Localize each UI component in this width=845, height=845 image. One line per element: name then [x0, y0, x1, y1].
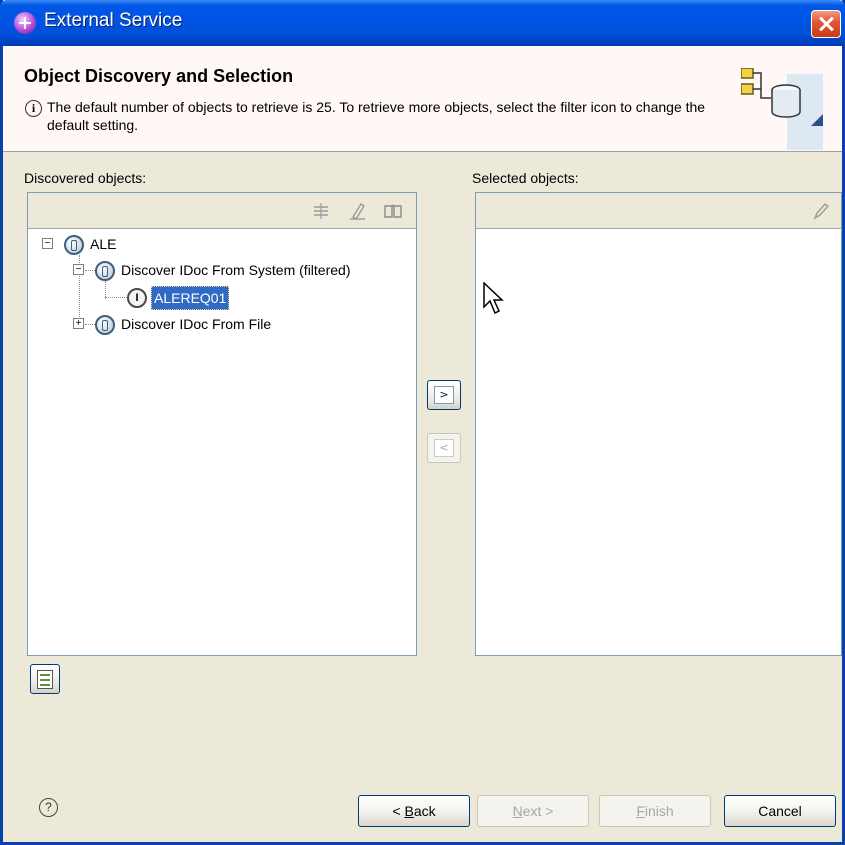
tree-node-label: Discover IDoc From System (filtered)	[121, 262, 351, 278]
edit-icon[interactable]	[811, 201, 831, 221]
tree-node-label: Discover IDoc From File	[121, 316, 272, 332]
expand-icon[interactable]: +	[73, 318, 84, 329]
mouse-cursor-icon	[483, 282, 504, 315]
finish-button[interactable]: Finish	[599, 795, 711, 827]
tree-node-label: ALE	[90, 236, 117, 252]
object-discovery-graphic-icon	[741, 68, 823, 150]
help-icon[interactable]: ?	[39, 798, 58, 817]
finish-rest: inish	[644, 803, 674, 819]
cancel-button[interactable]: Cancel	[724, 795, 836, 827]
back-mnemonic: B	[404, 803, 414, 819]
close-button[interactable]	[811, 10, 841, 38]
selected-objects-label: Selected objects:	[472, 170, 579, 186]
properties-icon	[37, 670, 53, 689]
selected-objects-panel[interactable]	[475, 192, 842, 656]
add-button-label: >	[434, 386, 454, 404]
tree-node-alereq01[interactable]: I ALEREQ01	[127, 286, 327, 310]
collapse-icon[interactable]: −	[73, 264, 84, 275]
collapse-icon[interactable]: −	[42, 238, 53, 249]
discovered-tree: − ALE − Discover IDoc From System (filte…	[28, 229, 416, 655]
next-mnemonic: N	[512, 803, 523, 819]
back-rest: ack	[413, 803, 436, 819]
discover-node-icon	[95, 261, 115, 281]
app-icon	[14, 12, 36, 34]
book-icon[interactable]	[383, 201, 403, 221]
show-properties-button[interactable]	[30, 664, 60, 694]
tree-node-label: ALEREQ01	[151, 286, 230, 310]
discover-node-icon	[95, 315, 115, 335]
remove-button-label: <	[434, 439, 454, 457]
discovered-objects-panel: − ALE − Discover IDoc From System (filte…	[27, 192, 417, 656]
back-prefix: <	[392, 803, 405, 819]
edit-query-icon[interactable]	[347, 201, 367, 221]
selected-toolbar	[476, 193, 841, 229]
filter-icon[interactable]	[311, 201, 331, 221]
discovered-toolbar	[28, 193, 416, 229]
tree-node-discover-from-system[interactable]: − Discover IDoc From System (filtered)	[73, 259, 413, 281]
tree-node-discover-from-file[interactable]: + Discover IDoc From File	[73, 313, 413, 335]
back-button[interactable]: < Back	[358, 795, 470, 827]
discovered-objects-label: Discovered objects:	[24, 170, 147, 186]
ale-node-icon	[64, 235, 84, 255]
info-icon: i	[25, 100, 42, 117]
next-rest: ext >	[522, 803, 554, 819]
add-to-selected-button[interactable]: >	[427, 380, 461, 410]
window-title: External Service	[44, 10, 183, 31]
idoc-icon: I	[127, 288, 147, 308]
wizard-header: Object Discovery and Selection i The def…	[3, 46, 842, 152]
title-bar[interactable]: External Service	[0, 0, 845, 46]
page-title: Object Discovery and Selection	[24, 66, 294, 86]
info-message: The default number of objects to retriev…	[47, 99, 706, 133]
finish-mnemonic: F	[636, 803, 645, 819]
remove-from-selected-button[interactable]: <	[427, 433, 461, 463]
tree-node-ale[interactable]: − ALE	[42, 233, 242, 255]
external-service-window: External Service Object Discovery and Se…	[0, 0, 845, 845]
next-button[interactable]: Next >	[477, 795, 589, 827]
